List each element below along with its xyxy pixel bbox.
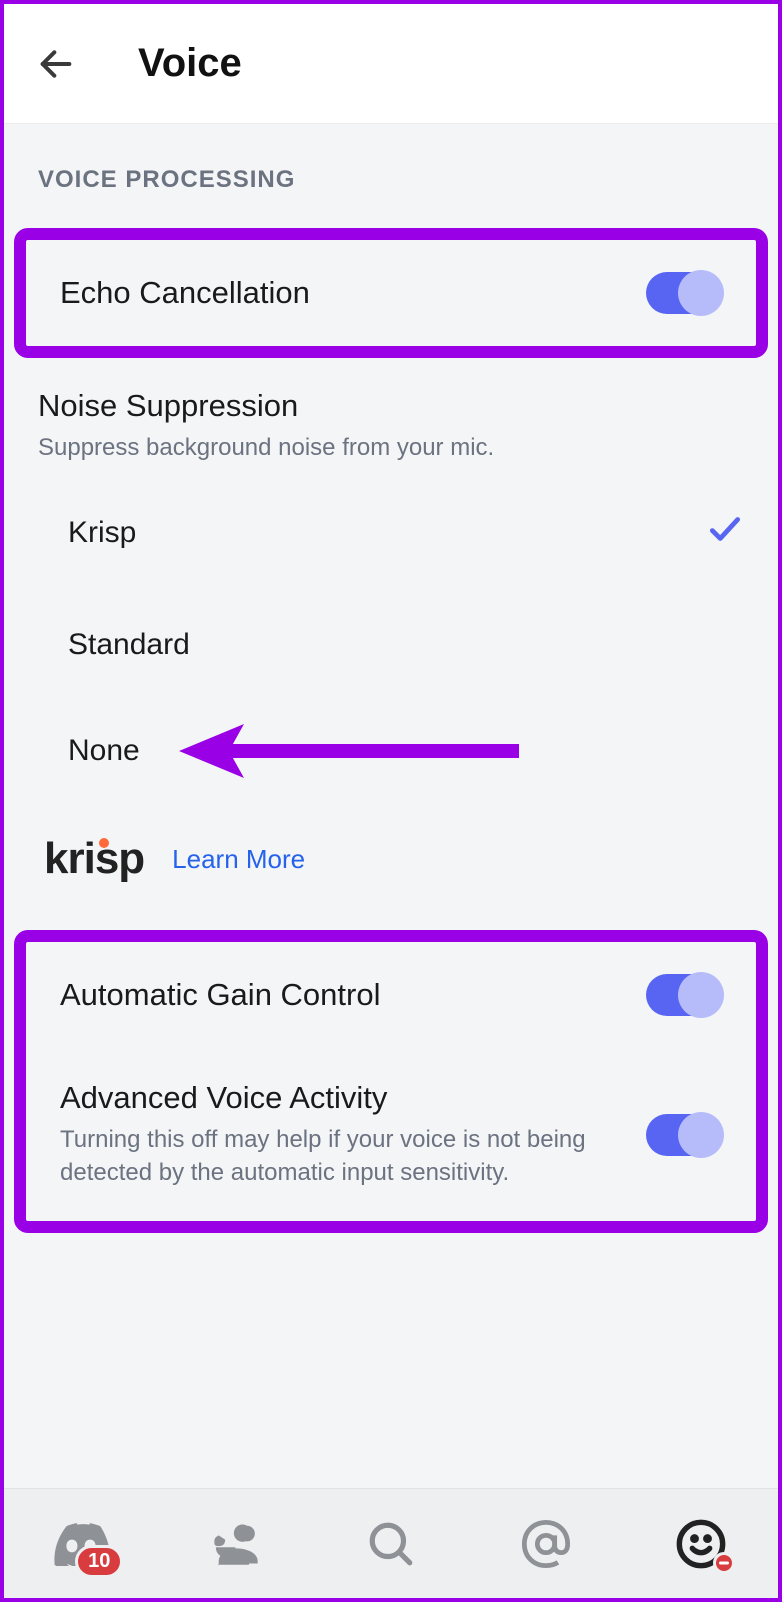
advanced-voice-activity-label: Advanced Voice Activity [60,1080,646,1116]
noise-suppression-label: Noise Suppression [38,388,744,424]
annotation-highlight-echo: Echo Cancellation [14,228,768,358]
check-icon [706,510,744,556]
annotation-highlight-agc-advanced: Automatic Gain Control Advanced Voice Ac… [14,930,768,1233]
echo-cancellation-label: Echo Cancellation [60,275,310,311]
automatic-gain-control-toggle[interactable] [646,974,722,1016]
learn-more-link[interactable]: Learn More [172,844,305,875]
noise-suppression-sub: Suppress background noise from your mic. [38,432,744,464]
page-title: Voice [138,41,242,86]
search-icon [366,1519,416,1569]
advanced-voice-activity-toggle[interactable] [646,1114,722,1156]
friends-icon [210,1518,262,1570]
noise-option-none[interactable]: None [4,698,778,804]
back-button[interactable] [34,42,78,86]
advanced-voice-activity-sub: Turning this off may help if your voice … [60,1124,646,1189]
nav-badge: 10 [75,1545,123,1578]
noise-suppression-row: Noise Suppression Suppress background no… [4,358,778,474]
at-icon [520,1518,572,1570]
nav-profile[interactable] [673,1516,729,1572]
krisp-info-row: krisp Learn More [4,804,778,930]
noise-option-standard-label: Standard [68,628,190,662]
nav-discord[interactable]: 10 [53,1516,109,1572]
status-dnd-icon [713,1552,735,1574]
header-bar: Voice [4,4,778,124]
automatic-gain-control-label: Automatic Gain Control [60,977,380,1013]
automatic-gain-control-row[interactable]: Automatic Gain Control [26,942,756,1048]
noise-option-standard[interactable]: Standard [4,592,778,698]
section-header-voice-processing: VOICE PROCESSING [4,124,778,228]
echo-cancellation-toggle[interactable] [646,272,722,314]
advanced-voice-activity-row[interactable]: Advanced Voice Activity Turning this off… [26,1048,756,1221]
noise-option-krisp-label: Krisp [68,516,136,550]
nav-search[interactable] [363,1516,419,1572]
echo-cancellation-row[interactable]: Echo Cancellation [26,240,756,346]
back-arrow-icon [36,44,76,84]
annotation-arrow-icon [174,716,524,786]
noise-option-none-label: None [68,734,140,768]
krisp-logo: krisp [44,834,144,884]
bottom-nav: 10 [4,1488,778,1598]
noise-option-krisp[interactable]: Krisp [4,474,778,592]
nav-friends[interactable] [208,1516,264,1572]
nav-mentions[interactable] [518,1516,574,1572]
